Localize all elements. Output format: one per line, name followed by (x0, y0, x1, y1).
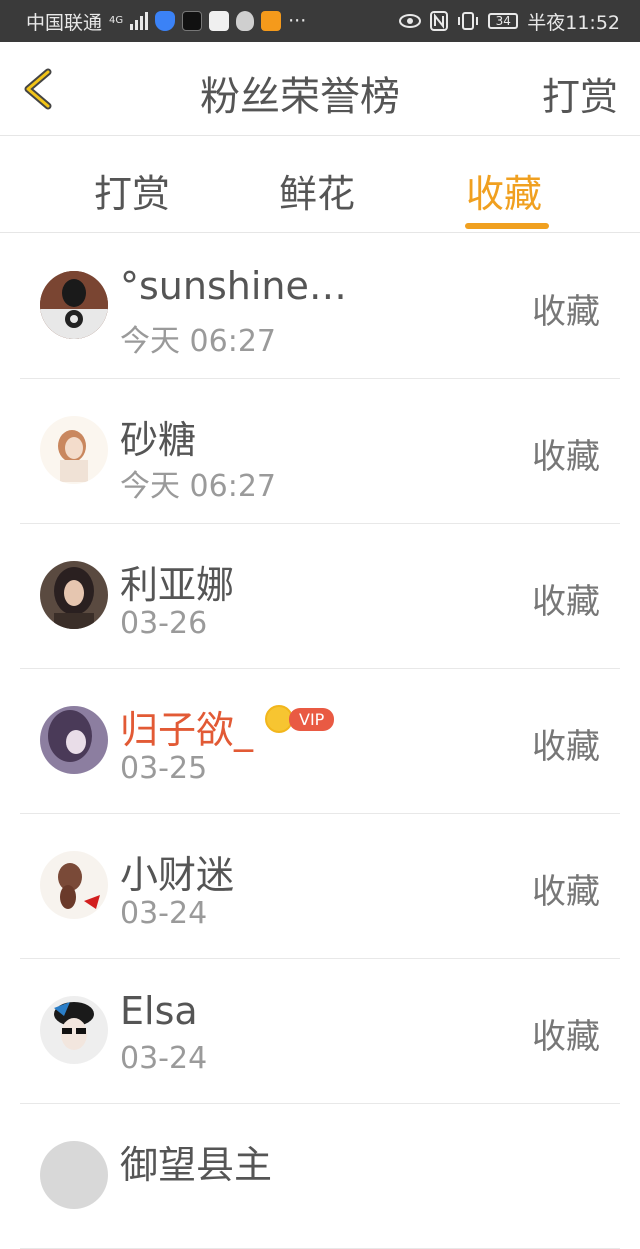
fan-name: 小财迷 (120, 853, 235, 897)
vip-badge: VIP (265, 705, 335, 733)
fan-name: 利亚娜 (120, 563, 235, 607)
list-item[interactable]: 归子欲_ VIP 03-25 收藏 (20, 669, 620, 814)
fan-list: °sunshine… 今天 06:27 收藏 砂糖 今天 06:27 收藏 利亚… (20, 234, 620, 1249)
avatar[interactable] (40, 851, 108, 919)
signal-icon (130, 12, 149, 30)
tab-bar: 打赏 鲜花 收藏 (0, 137, 640, 233)
avatar[interactable] (40, 706, 108, 774)
tab-collect[interactable]: 收藏 (466, 163, 542, 218)
header-bar: 粉丝荣誉榜 打赏 (0, 42, 640, 136)
list-item[interactable]: 砂糖 今天 06:27 收藏 (20, 379, 620, 524)
collect-label: 收藏 (532, 1017, 600, 1057)
status-bar-right: 34 半夜11:52 (399, 8, 620, 35)
nfc-icon (430, 11, 449, 31)
avatar[interactable] (40, 416, 108, 484)
fan-date: 03-25 (120, 751, 208, 786)
list-item[interactable]: °sunshine… 今天 06:27 收藏 (20, 234, 620, 379)
shield-app-icon (155, 11, 176, 31)
fan-name: 砂糖 (120, 418, 197, 462)
list-item[interactable]: 小财迷 03-24 收藏 (20, 814, 620, 959)
network-type: 4G (109, 15, 124, 26)
fan-name: 归子欲_ (120, 708, 254, 752)
fan-name: Elsa (120, 989, 198, 1033)
avatar[interactable] (40, 271, 108, 339)
avatar[interactable] (40, 996, 108, 1064)
vibrate-icon (458, 12, 479, 30)
collect-label: 收藏 (532, 727, 600, 767)
page-title: 粉丝荣誉榜 (200, 74, 400, 120)
collect-label: 收藏 (532, 582, 600, 622)
collect-label: 收藏 (532, 292, 600, 332)
fan-date: 03-24 (120, 896, 208, 931)
app-notification-icon-2 (261, 11, 282, 31)
status-bar: 中国联通 4G ··· 34 半夜11:52 (0, 0, 640, 42)
avatar[interactable] (40, 1141, 108, 1209)
status-bar-left: 中国联通 4G ··· (26, 8, 399, 35)
fan-date: 今天 06:27 (120, 324, 276, 359)
collect-label: 收藏 (532, 437, 600, 477)
tab-reward[interactable]: 打赏 (94, 163, 170, 218)
list-item[interactable]: 利亚娜 03-26 收藏 (20, 524, 620, 669)
fan-date: 今天 06:27 (120, 469, 276, 504)
fan-name: 御望县主 (120, 1143, 273, 1187)
collect-label: 收藏 (532, 872, 600, 912)
reward-button[interactable]: 打赏 (542, 66, 618, 121)
battery-icon: 34 (488, 13, 519, 29)
status-time: 半夜11:52 (527, 11, 620, 34)
list-item[interactable]: Elsa 03-24 收藏 (20, 959, 620, 1104)
tab-flowers[interactable]: 鲜花 (279, 163, 355, 218)
fan-date: 03-26 (120, 606, 208, 641)
active-tab-indicator (465, 223, 549, 229)
fan-date: 03-24 (120, 1041, 208, 1076)
vip-label: VIP (289, 707, 335, 731)
tiktok-app-icon (182, 11, 203, 31)
fan-name: °sunshine… (120, 264, 347, 308)
avatar[interactable] (40, 561, 108, 629)
qq-icon (236, 11, 255, 31)
list-item[interactable]: 御望县主 (20, 1104, 620, 1249)
carrier-label: 中国联通 (26, 11, 103, 34)
app-notification-icon (209, 11, 230, 31)
more-notifications-icon: ··· (288, 10, 307, 32)
eye-comfort-icon (399, 14, 422, 28)
